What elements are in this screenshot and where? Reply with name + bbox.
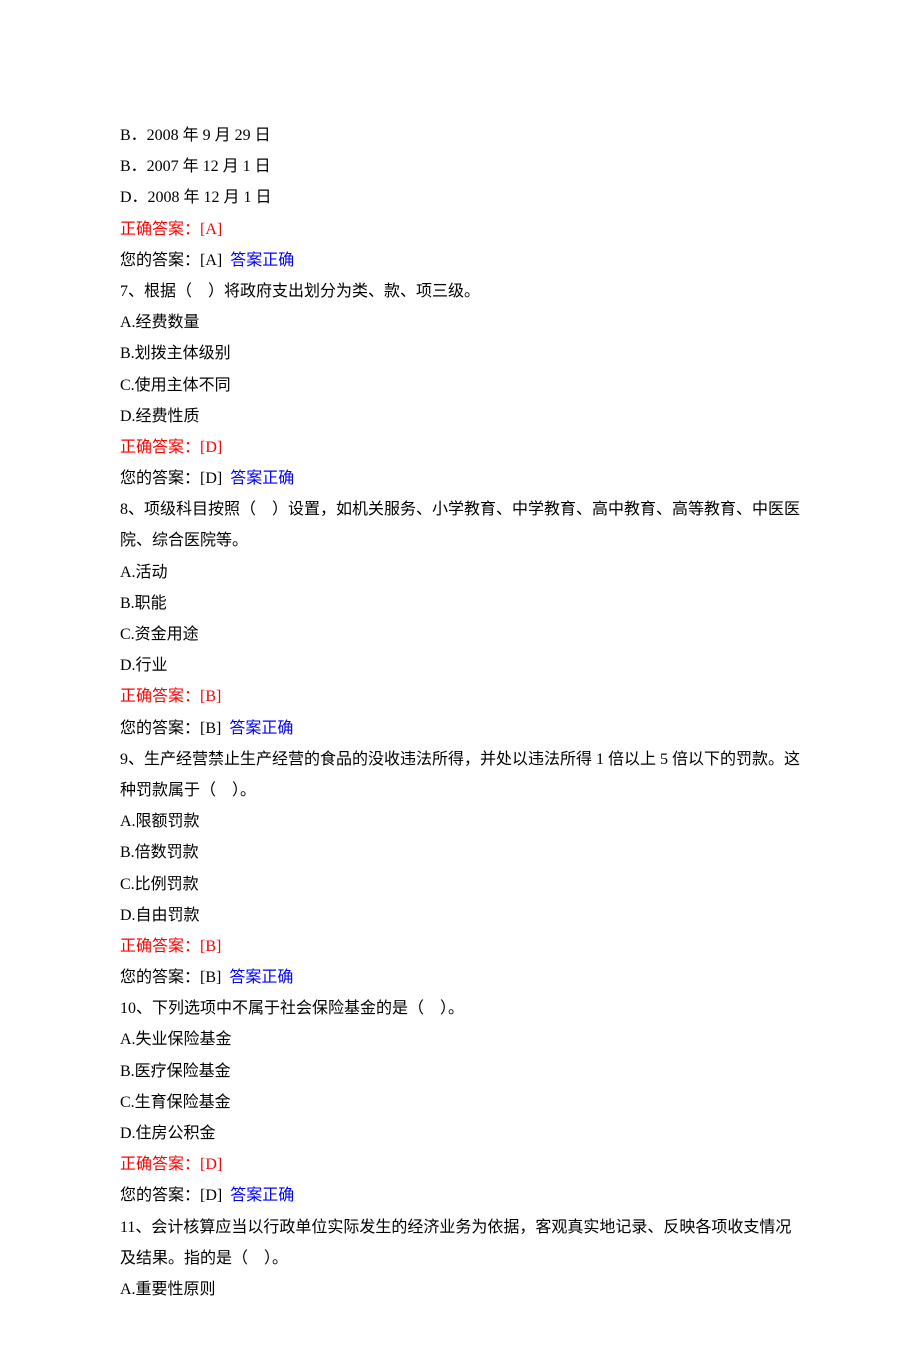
- correct-answer-label: 正确答案：: [120, 688, 200, 705]
- verdict-text: 答案正确: [229, 720, 293, 737]
- option-line: C.资金用途: [120, 619, 800, 650]
- your-answer-line: 您的答案：[B] 答案正确: [120, 962, 800, 993]
- option-line: A.重要性原则: [120, 1274, 800, 1305]
- option-line: B．2007 年 12 月 1 日: [120, 151, 800, 182]
- correct-answer-label: 正确答案：: [120, 938, 200, 955]
- option-line: A.限额罚款: [120, 806, 800, 837]
- correct-answer-line: 正确答案：[B]: [120, 931, 800, 962]
- correct-answer-value: [B]: [200, 938, 221, 955]
- option-line: B.划拨主体级别: [120, 338, 800, 369]
- option-line: B.职能: [120, 588, 800, 619]
- option-line: D．2008 年 12 月 1 日: [120, 182, 800, 213]
- option-line: C.比例罚款: [120, 869, 800, 900]
- correct-answer-label: 正确答案：: [120, 221, 200, 238]
- option-line: D.经费性质: [120, 401, 800, 432]
- document-page: B．2008 年 9 月 29 日 B．2007 年 12 月 1 日 D．20…: [0, 0, 920, 1365]
- verdict-text: 答案正确: [230, 252, 294, 269]
- your-answer-label: 您的答案：: [120, 969, 200, 986]
- your-answer-line: 您的答案：[D] 答案正确: [120, 463, 800, 494]
- your-answer-value: [D]: [200, 1187, 222, 1204]
- verdict-text: 答案正确: [229, 969, 293, 986]
- correct-answer-line: 正确答案：[A]: [120, 214, 800, 245]
- question-text: 9、生产经营禁止生产经营的食品的没收违法所得，并处以违法所得 1 倍以上 5 倍…: [120, 744, 800, 806]
- your-answer-label: 您的答案：: [120, 1187, 200, 1204]
- your-answer-value: [B]: [200, 969, 221, 986]
- question-text: 10、下列选项中不属于社会保险基金的是（ ）。: [120, 993, 800, 1024]
- your-answer-value: [A]: [200, 252, 222, 269]
- correct-answer-line: 正确答案：[D]: [120, 1149, 800, 1180]
- your-answer-label: 您的答案：: [120, 470, 200, 487]
- your-answer-line: 您的答案：[D] 答案正确: [120, 1180, 800, 1211]
- correct-answer-value: [D]: [200, 1156, 222, 1173]
- correct-answer-line: 正确答案：[B]: [120, 681, 800, 712]
- correct-answer-value: [A]: [200, 221, 222, 238]
- your-answer-label: 您的答案：: [120, 720, 200, 737]
- question-text: 11、会计核算应当以行政单位实际发生的经济业务为依据，客观真实地记录、反映各项收…: [120, 1212, 800, 1274]
- option-line: B.倍数罚款: [120, 837, 800, 868]
- option-line: D.自由罚款: [120, 900, 800, 931]
- correct-answer-label: 正确答案：: [120, 439, 200, 456]
- option-line: C.生育保险基金: [120, 1087, 800, 1118]
- correct-answer-label: 正确答案：: [120, 1156, 200, 1173]
- your-answer-line: 您的答案：[A] 答案正确: [120, 245, 800, 276]
- question-text: 8、项级科目按照（ ）设置，如机关服务、小学教育、中学教育、高中教育、高等教育、…: [120, 494, 800, 556]
- question-text: 7、根据（ ）将政府支出划分为类、款、项三级。: [120, 276, 800, 307]
- verdict-text: 答案正确: [230, 470, 294, 487]
- correct-answer-line: 正确答案：[D]: [120, 432, 800, 463]
- option-line: A.失业保险基金: [120, 1024, 800, 1055]
- option-line: B.医疗保险基金: [120, 1056, 800, 1087]
- your-answer-label: 您的答案：: [120, 252, 200, 269]
- option-line: C.使用主体不同: [120, 370, 800, 401]
- verdict-text: 答案正确: [230, 1187, 294, 1204]
- your-answer-value: [D]: [200, 470, 222, 487]
- correct-answer-value: [B]: [200, 688, 221, 705]
- option-line: B．2008 年 9 月 29 日: [120, 120, 800, 151]
- option-line: A.经费数量: [120, 307, 800, 338]
- correct-answer-value: [D]: [200, 439, 222, 456]
- option-line: A.活动: [120, 557, 800, 588]
- your-answer-line: 您的答案：[B] 答案正确: [120, 713, 800, 744]
- option-line: D.行业: [120, 650, 800, 681]
- option-line: D.住房公积金: [120, 1118, 800, 1149]
- your-answer-value: [B]: [200, 720, 221, 737]
